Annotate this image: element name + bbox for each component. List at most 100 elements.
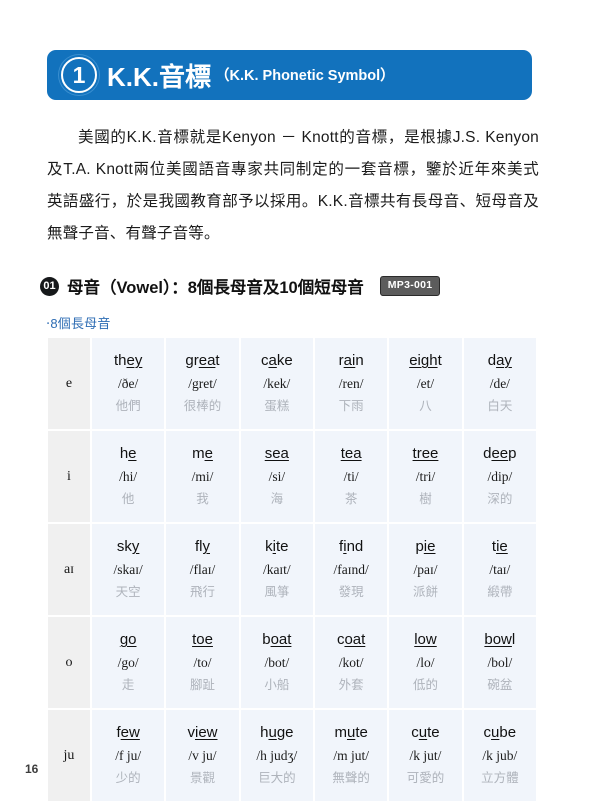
example-word: mute [334,723,368,741]
chapter-number-badge: 1 [61,57,97,93]
example-word: they [113,351,143,369]
chinese-gloss: 很棒的 [183,399,222,414]
example-word: kite [265,537,289,555]
example-word: huge [260,723,294,741]
highlighted-letters: ea [198,351,216,369]
highlighted-letters: i [272,537,276,555]
word-cell: fly/flaɪ/飛行 [166,524,239,615]
chinese-gloss: 緞帶 [487,585,513,600]
highlighted-letters: ay [496,351,512,369]
vowel-table-body: e they/ðe/他們 great/gret/很棒的 cake/kek/蛋糕 rain… [48,338,536,801]
word-cell: coat/kot/外套 [314,617,388,708]
phonetic-transcription: /tri/ [415,469,436,485]
chinese-gloss: 外套 [338,678,364,693]
table-row: e they/ðe/他們 great/gret/很棒的 cake/kek/蛋糕 rain… [48,338,536,429]
table-row: o go/go/走 toe/to/腳趾 boat/bot/小船 coat/kot/外套 l… [48,617,536,708]
example-word: he [119,444,137,462]
subsection-label: ‧8個長母音 [46,316,111,331]
section-number-bullet: 01 [40,276,59,296]
highlighted-letters: ie [423,537,436,555]
example-word: fly [194,537,210,555]
highlighted-letters: ey [126,351,143,369]
highlighted-letters: i [343,537,347,555]
chinese-gloss: 他們 [115,399,141,414]
word-cell: he/hi/他 [92,431,165,522]
highlighted-letters: u [491,723,500,741]
word-cell: sea/si/海 [240,431,313,522]
highlighted-letters: y [131,537,140,555]
document-page: 1 K.K.音標 （K.K. Phonetic Symbol） 美國的K.K.音… [0,0,591,801]
highlighted-letters: go [119,630,137,648]
chinese-gloss: 海 [270,492,284,507]
example-word: pie [415,537,436,555]
phonetic-transcription: /gret/ [188,376,217,392]
highlighted-letters: iew [194,723,218,741]
word-cell: day/de/白天 [463,338,536,429]
mp3-track-badge: MP3-001 [379,276,441,296]
highlighted-letters: low [414,630,437,648]
phonetic-transcription: /bol/ [487,655,513,671]
word-cell: few/f ju/少的 [92,710,165,801]
word-cell: cute/k jut/可愛的 [389,710,462,801]
highlighted-letters: u [418,723,428,741]
phonetic-transcription: /go/ [117,655,139,671]
example-word: rain [338,351,364,369]
word-cell: toe/to/腳趾 [166,617,239,708]
intro-paragraph: 美國的K.K.音標就是Kenyon － Knott的音標，是根據J.S. Ken… [47,129,539,242]
example-word: boat [262,630,292,648]
chinese-gloss: 景觀 [189,771,215,786]
example-word: day [487,351,512,369]
phonetic-transcription: /k jub/ [482,748,518,764]
example-word: bowl [484,630,516,648]
highlighted-letters: eigh [409,351,438,369]
chapter-title: K.K.音標 [107,61,212,92]
chinese-gloss: 樹 [419,492,432,507]
chinese-gloss: 白天 [487,399,513,414]
highlighted-letters: toe [192,630,213,648]
phonetic-transcription: /lo/ [416,655,435,671]
chinese-gloss: 發現 [338,585,364,600]
phonetic-transcription: /kaɪt/ [262,562,291,578]
section-heading: 01 母音（Vowel）：8個長母音及10個短母音 MP3-001 [40,274,540,298]
chinese-gloss: 風箏 [264,585,290,600]
chapter-subtitle: （K.K. Phonetic Symbol） [215,68,395,84]
word-cell: tree/tri/樹 [389,431,462,522]
word-cell: rain/ren/下雨 [314,338,388,429]
highlighted-letters: ie [496,537,508,555]
chinese-gloss: 腳趾 [189,678,215,693]
highlighted-letters: sea [264,444,289,462]
highlighted-letters: ew [120,723,140,741]
example-word: deep [483,444,517,462]
chinese-gloss: 派餅 [412,585,438,600]
phonetic-transcription: /skaɪ/ [113,562,143,578]
word-cell: cake/kek/蛋糕 [240,338,313,429]
phonetic-transcription: /kot/ [338,655,364,671]
example-word: tie [491,537,508,555]
phonetic-transcription: /hi/ [119,469,138,485]
highlighted-letters: ai [343,351,356,369]
phonetic-transcription: /mi/ [191,469,214,485]
chinese-gloss: 少的 [115,771,141,786]
word-cell: find/faɪnd/發現 [314,524,388,615]
word-cell: they/ðe/他們 [92,338,165,429]
chinese-gloss: 下雨 [338,399,364,414]
example-word: toe [166,629,238,652]
table-row: ju few/f ju/少的 view/v ju/景觀 huge/h judʒ/巨大的… [48,710,536,801]
vowel-symbol-cell: ju [48,710,90,801]
example-word: view [187,723,218,741]
chinese-gloss: 巨大的 [258,771,296,786]
table-row: aɪ sky/skaɪ/天空 fly/flaɪ/飛行 kite/kaɪt/風箏 find… [48,524,536,615]
phonetic-transcription: /et/ [416,376,435,392]
chinese-gloss: 小船 [264,678,290,693]
phonetic-transcription: /paɪ/ [413,562,438,578]
example-word: sea [241,443,313,466]
example-word: go [92,629,164,652]
word-cell: mute/m jut/無聲的 [314,710,388,801]
word-cell: great/gret/很棒的 [166,338,239,429]
example-word: eight [409,351,442,369]
word-cell: boat/bot/小船 [240,617,313,708]
chinese-gloss: 無聲的 [332,771,370,786]
phonetic-transcription: /dip/ [487,469,513,485]
word-cell: kite/kaɪt/風箏 [240,524,313,615]
example-word: tea [315,443,387,466]
